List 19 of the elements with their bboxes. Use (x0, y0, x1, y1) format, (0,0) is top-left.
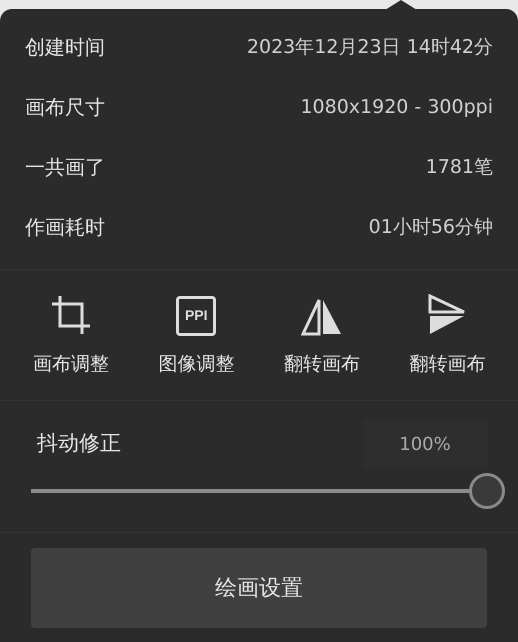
crop-icon (50, 294, 92, 336)
painting-settings-button[interactable]: 绘画设置 (31, 548, 487, 628)
tool-button[interactable]: PPI 图像调整 (134, 292, 259, 378)
info-label: 创建时间 (25, 34, 105, 61)
flip-horizontal-icon (300, 298, 343, 336)
info-value: 1781笔 (426, 154, 493, 180)
info-label: 作画耗时 (25, 214, 105, 241)
info-label: 画布尺寸 (25, 94, 105, 121)
tool-button[interactable]: 翻转画布 (384, 292, 510, 378)
info-value: 2023年12月23日 14时42分 (246, 34, 493, 60)
flip-vertical-icon (428, 294, 466, 336)
stabilizer-label: 抖动修正 (36, 430, 121, 458)
info-label: 一共画了 (25, 154, 105, 181)
tool-button[interactable]: 翻转画布 (259, 292, 384, 378)
info-value: 01小时56分钟 (368, 214, 493, 240)
info-value: 1080x1920 - 300ppi (300, 94, 493, 120)
tool-button[interactable]: 画布调整 (8, 292, 134, 378)
ppi-icon: PPI (176, 296, 216, 336)
slider-thumb[interactable] (469, 473, 505, 509)
